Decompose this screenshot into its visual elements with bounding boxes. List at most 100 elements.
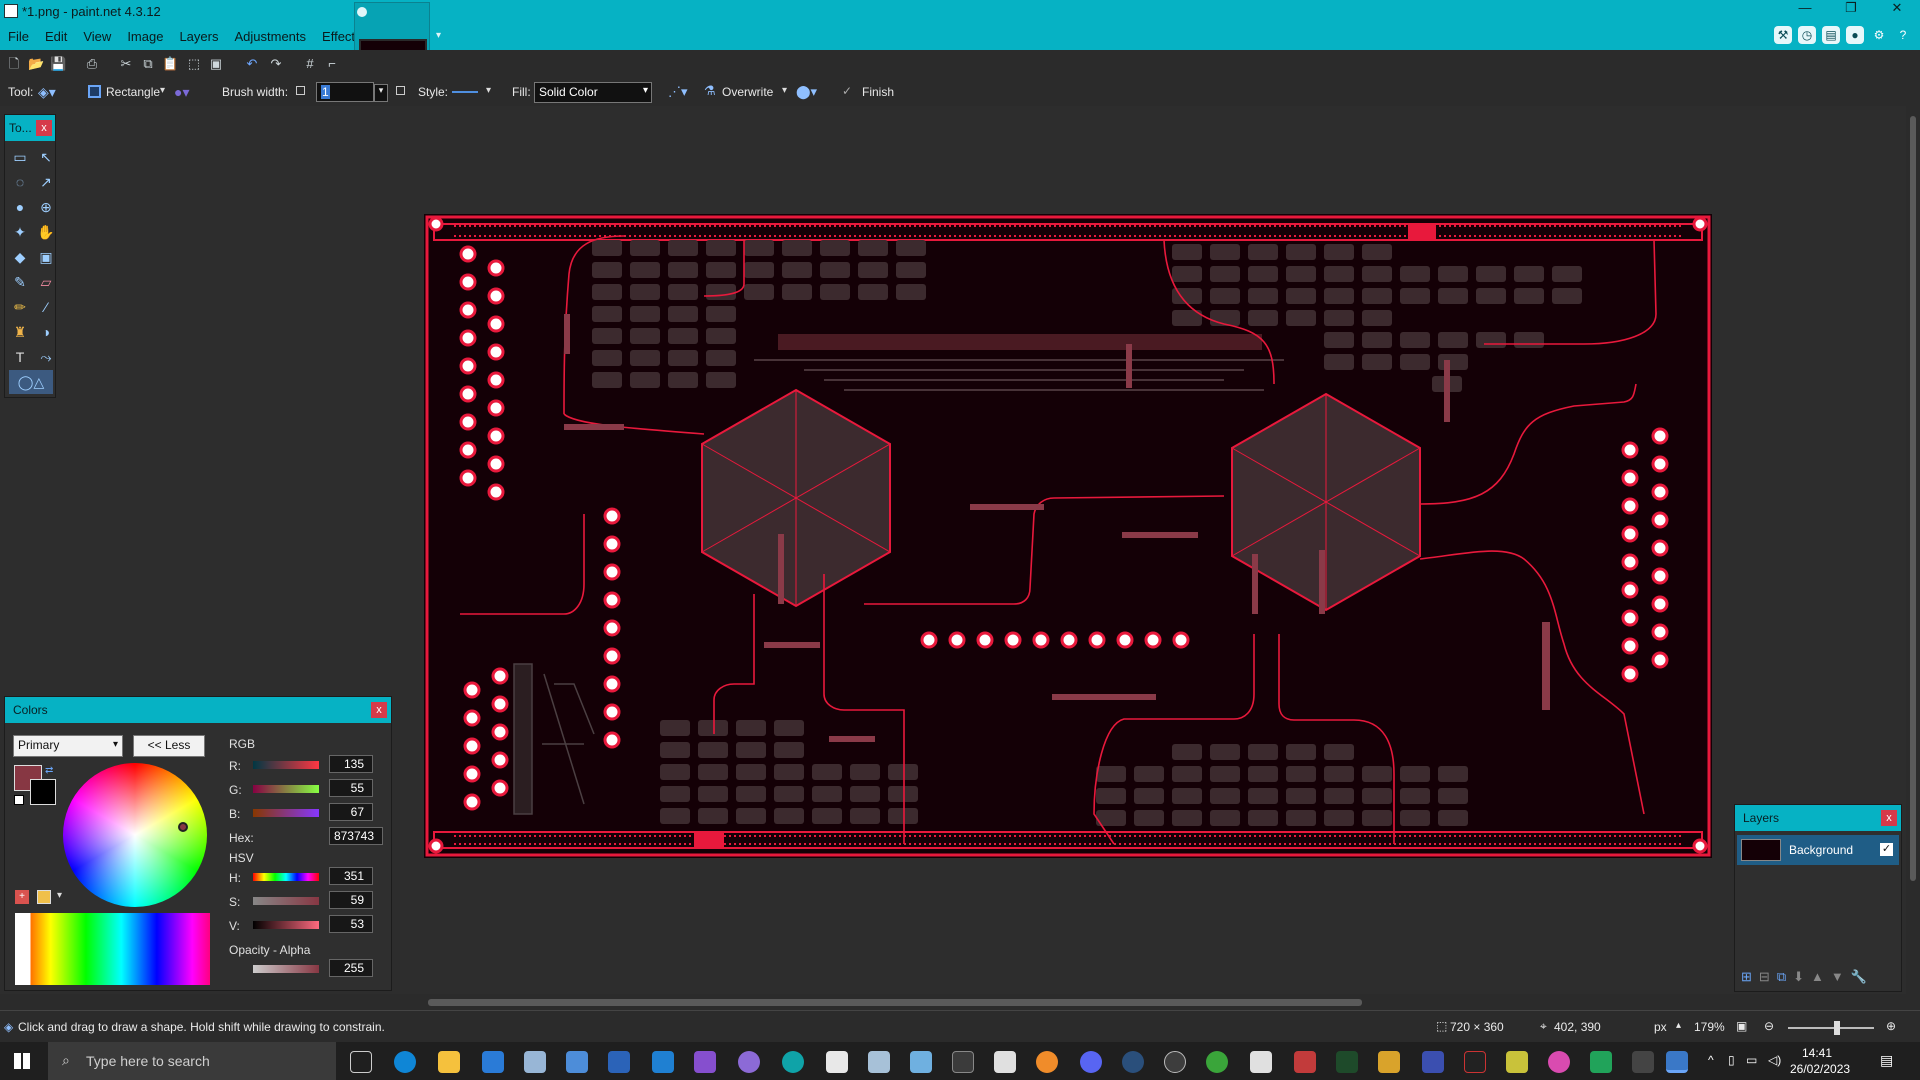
blue-input[interactable]: 67 [329,803,373,821]
xbox-icon[interactable] [1206,1051,1228,1073]
app-icon-13[interactable] [1548,1051,1570,1073]
new-file-icon[interactable]: 🗋 [6,56,22,72]
menu-file[interactable]: File [0,24,37,50]
horizontal-scroll-thumb[interactable] [428,999,1362,1006]
swap-colors-icon[interactable]: ⇄ [45,765,53,776]
hue-slider[interactable] [253,873,319,881]
restore-button[interactable]: ❐ [1828,0,1874,20]
color-palette[interactable] [15,913,210,985]
move-selected-icon[interactable]: ↖ [35,145,57,169]
menu-layers[interactable]: Layers [171,24,226,50]
gradient-icon[interactable]: ▣ [35,245,57,269]
green-input[interactable]: 55 [329,779,373,797]
app-icon-6[interactable] [994,1051,1016,1073]
unit-arrow-icon[interactable]: ▴ [1676,1020,1681,1031]
vertical-scroll-thumb[interactable] [1910,116,1916,881]
colors-toggle-icon[interactable]: ● [1846,26,1864,44]
move-selection-icon[interactable]: ↗ [35,170,57,194]
excel-like-icon[interactable] [826,1051,848,1073]
vertical-scrollbar[interactable] [1906,106,1920,994]
close-tab-icon[interactable] [357,7,367,17]
recolor-icon[interactable]: ◑ [35,320,57,344]
zoom-slider[interactable] [1788,1027,1874,1029]
app-icon-1[interactable] [524,1051,546,1073]
shape-dropdown-arrow-icon[interactable]: ▾ [160,85,165,96]
eraser-icon[interactable]: ▱ [35,270,57,294]
paint-bucket-icon[interactable]: ◆ [9,245,31,269]
hue-input[interactable]: 351 [329,867,373,885]
red-slider[interactable] [253,761,319,769]
rulers-icon[interactable]: ⌐ [324,56,340,72]
close-window-button[interactable]: ✕ [1874,0,1920,20]
app-icon-10[interactable] [1422,1051,1444,1073]
paintbrush-icon[interactable]: ✎ [9,270,31,294]
undo-icon[interactable]: ↶ [244,56,260,72]
green-slider[interactable] [253,785,319,793]
clone-stamp-icon[interactable]: ♜ [9,320,31,344]
menu-view[interactable]: View [75,24,119,50]
menu-image[interactable]: Image [119,24,171,50]
tray-overflow-icon[interactable]: ^ [1708,1053,1714,1067]
zoom-in-icon[interactable]: ⊕ [1886,1019,1896,1033]
tab-menu-icon[interactable]: ▾ [436,30,441,41]
blend-mode-arrow-icon[interactable]: ▾ [782,85,787,96]
less-button[interactable]: << Less [133,735,205,757]
finish-button[interactable]: Finish [862,85,894,99]
vscode-icon[interactable] [652,1051,674,1073]
tools-panel-close-button[interactable]: x [36,120,52,136]
unity-icon[interactable] [1250,1051,1272,1073]
app-icon-3[interactable] [608,1051,630,1073]
image-canvas[interactable] [424,214,1712,858]
colors-panel-close-button[interactable]: x [371,702,387,718]
fill-dropdown[interactable]: Solid Color ▾ [534,82,652,103]
app-icon-7[interactable] [1294,1051,1316,1073]
merge-layer-icon[interactable]: ⬇ [1793,969,1804,985]
blender-icon[interactable] [1036,1051,1058,1073]
clock-time[interactable]: 14:41 [1802,1046,1832,1060]
open-file-icon[interactable]: 📂 [28,56,44,72]
brush-width-decrease-icon[interactable] [296,86,305,95]
shapes-icon[interactable]: ◯△ [9,370,53,394]
arduino-icon[interactable] [782,1051,804,1073]
obs-icon[interactable] [1164,1051,1186,1073]
cut-icon[interactable]: ✂ [118,56,134,72]
palette-menu-arrow-icon[interactable]: ▾ [57,890,62,901]
network-icon[interactable]: ▭ [1746,1053,1757,1067]
app-icon-5[interactable] [910,1051,932,1073]
duplicate-layer-icon[interactable]: ⧉ [1777,969,1786,985]
add-layer-icon[interactable]: ⊞ [1741,969,1752,985]
zoom-fit-icon[interactable]: ▣ [1736,1019,1747,1033]
color-wheel[interactable] [63,763,207,907]
app-icon-14[interactable] [1590,1051,1612,1073]
move-layer-up-icon[interactable]: ▲ [1811,969,1824,985]
line-style-dropdown[interactable] [452,91,478,93]
reset-colors-icon[interactable] [14,795,24,805]
value-slider[interactable] [253,921,319,929]
add-palette-icon[interactable]: + [15,890,29,904]
copy-icon[interactable]: ⧉ [140,56,156,72]
finish-check-icon[interactable]: ✓ [842,84,852,98]
antialiasing-icon[interactable]: ⋰▾ [668,84,688,100]
color-picker-icon[interactable]: ⁄ [35,295,57,319]
layers-panel-close-button[interactable]: x [1881,810,1897,826]
palette-menu-icon[interactable] [37,890,51,904]
minimize-button[interactable]: — [1782,0,1828,20]
app-icon-12[interactable] [1506,1051,1528,1073]
blue-slider[interactable] [253,809,319,817]
secondary-color-swatch[interactable] [30,779,56,805]
rectangle-select-icon[interactable]: ▭ [9,145,31,169]
brush-width-dropdown-icon[interactable]: ▾ [374,84,388,102]
grid-icon[interactable]: # [302,56,318,72]
layers-toggle-icon[interactable]: ▤ [1822,26,1840,44]
tool-selector-icon[interactable]: ◈▾ [38,84,56,101]
blend-mode-dropdown[interactable]: Overwrite [722,85,773,99]
notifications-icon[interactable]: ▤ [1880,1052,1893,1069]
alpha-input[interactable]: 255 [329,959,373,977]
zoom-out-icon[interactable]: ⊖ [1764,1019,1774,1033]
text-icon[interactable]: T [9,345,31,369]
store-icon[interactable] [482,1051,504,1073]
visual-studio-icon[interactable] [694,1051,716,1073]
blend-mode-icon[interactable]: ⚗ [704,83,716,99]
brush-width-increase-icon[interactable] [396,86,405,95]
tray-icon-1[interactable]: ▯ [1728,1053,1735,1067]
